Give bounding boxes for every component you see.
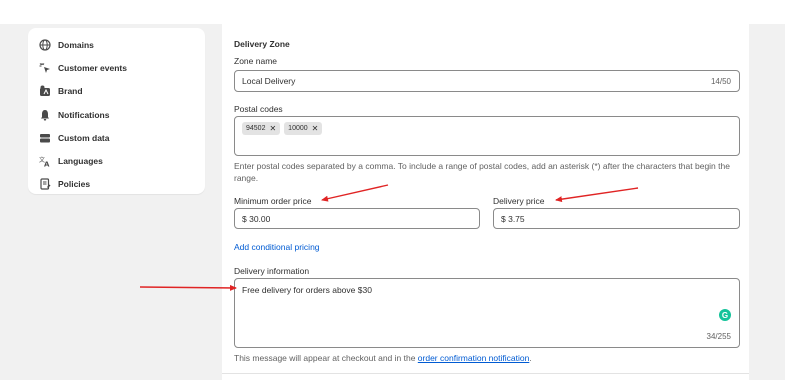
annotation-arrow-min-order [321,184,389,202]
annotation-arrow-delivery-info [139,284,237,291]
annotation-arrow-delivery-price [555,187,639,203]
annotation-arrows [139,184,639,291]
